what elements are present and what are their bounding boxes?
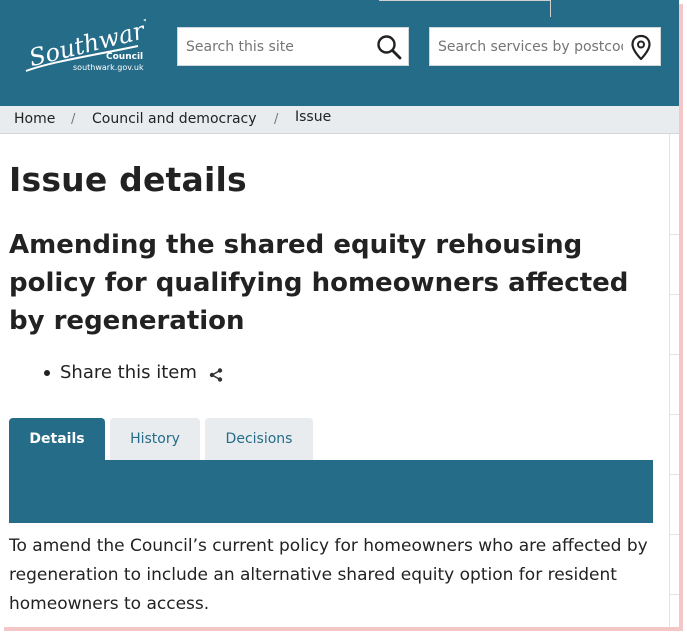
breadcrumb-separator: / [71, 112, 76, 127]
details-panel-header [9, 460, 653, 523]
site-search-input[interactable] [186, 28, 371, 65]
issue-description: To amend the Council’s current policy fo… [9, 536, 648, 614]
bullet-icon [44, 369, 50, 376]
share-label[interactable]: Share this item [60, 362, 197, 383]
search-icon[interactable] [376, 34, 402, 60]
logo-council-text: Council [106, 52, 144, 62]
breadcrumb-separator: / [274, 112, 279, 127]
site-search [177, 27, 409, 66]
breadcrumb-current-issue: Issue [295, 109, 332, 125]
share-icon[interactable] [209, 366, 223, 382]
breadcrumb-council-and-democracy[interactable]: Council and democracy [92, 111, 257, 127]
postcode-search-input[interactable] [438, 28, 623, 65]
right-rail [669, 134, 680, 627]
breadcrumb-home[interactable]: Home [14, 111, 55, 127]
postcode-search [429, 27, 661, 66]
southwark-council-logo[interactable]: Southwark Council southwark.gov.uk [20, 13, 161, 76]
header-notch [379, 0, 551, 17]
issue-title: Amending the shared equity rehousing pol… [9, 230, 629, 336]
share-item[interactable]: Share this item [44, 362, 223, 383]
location-pin-icon[interactable] [628, 34, 654, 61]
breadcrumb: Home / Council and democracy / Issue [0, 106, 679, 134]
logo-url-text: southwark.gov.uk [73, 63, 144, 72]
site-header: Southwark Council southwark.gov.uk [0, 0, 679, 106]
tab-decisions[interactable]: Decisions [205, 418, 313, 460]
tab-history[interactable]: History [110, 418, 200, 460]
page-title: Issue details [9, 160, 247, 199]
tab-details[interactable]: Details [9, 418, 105, 460]
